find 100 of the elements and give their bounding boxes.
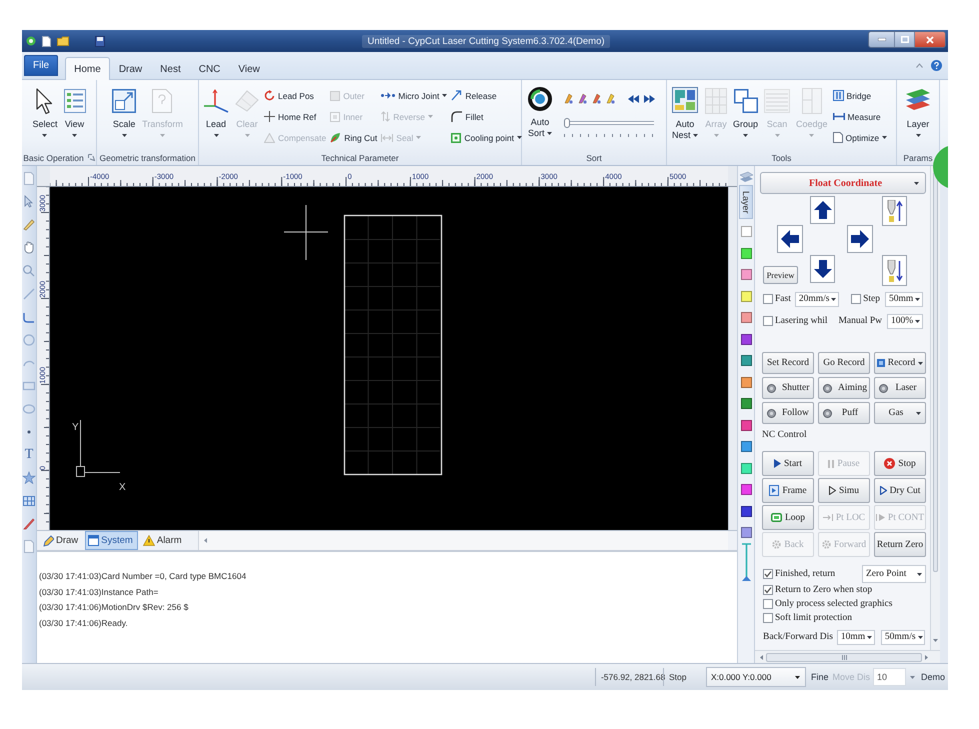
panel-tab[interactable]: Draw bbox=[40, 531, 84, 550]
panel-button[interactable]: Frame bbox=[762, 478, 814, 503]
ribbon-small-button[interactable]: Measure bbox=[832, 108, 888, 125]
ribbon-small-button[interactable]: Micro Joint bbox=[380, 87, 448, 104]
ribbon-tab[interactable]: Nest bbox=[151, 57, 190, 80]
ribbon-small-button[interactable]: Fillet bbox=[450, 108, 523, 125]
layer-color-swatch[interactable] bbox=[740, 462, 752, 474]
pin-marker-icon[interactable] bbox=[740, 543, 752, 583]
knife-icon[interactable] bbox=[22, 517, 36, 530]
circle-icon[interactable] bbox=[22, 333, 36, 346]
layer-color-swatch[interactable] bbox=[740, 355, 752, 366]
ribbon-small-button[interactable]: Home Ref bbox=[263, 108, 328, 125]
ribbon-tab[interactable]: Home bbox=[65, 57, 110, 80]
coordinate-dropdown[interactable]: X:0.000 Y:0.000 bbox=[706, 667, 806, 687]
ribbon-button[interactable]: Scale bbox=[110, 85, 138, 147]
sort-order-icon[interactable] bbox=[578, 93, 587, 104]
vertical-scrollbar[interactable] bbox=[728, 187, 737, 530]
checkbox[interactable] bbox=[851, 294, 862, 304]
panel-button[interactable]: Stop bbox=[874, 451, 926, 476]
ribbon-tab[interactable]: Draw bbox=[110, 57, 152, 80]
layer-color-swatch[interactable] bbox=[740, 290, 752, 302]
ribbon-button[interactable]: Auto Nest bbox=[669, 85, 701, 141]
scroll-left-icon[interactable] bbox=[760, 654, 763, 660]
panel-button[interactable]: Laser bbox=[874, 377, 926, 399]
magnifier-icon[interactable] bbox=[22, 264, 36, 277]
layer-color-swatch[interactable] bbox=[740, 527, 752, 538]
zero-point-dropdown[interactable]: Zero Point bbox=[862, 565, 926, 583]
layer-color-swatch[interactable] bbox=[740, 441, 752, 452]
layer-color-swatch[interactable] bbox=[740, 269, 752, 280]
panel-button[interactable]: Loop bbox=[762, 505, 814, 530]
document-icon[interactable] bbox=[22, 540, 36, 553]
ellipse-icon[interactable] bbox=[22, 402, 36, 415]
ribbon-button[interactable]: Auto Sort bbox=[524, 85, 556, 139]
layer-color-swatch[interactable] bbox=[740, 376, 752, 388]
scrollbar-thumb[interactable] bbox=[933, 172, 938, 572]
sort-order-icon[interactable] bbox=[606, 93, 615, 104]
checkbox[interactable] bbox=[763, 294, 773, 304]
layer-color-swatch[interactable] bbox=[740, 312, 752, 323]
new-document-icon[interactable] bbox=[42, 36, 51, 46]
scroll-right-icon[interactable] bbox=[925, 654, 928, 660]
ribbon-small-button[interactable]: Lead Pos bbox=[263, 87, 328, 104]
panel-button[interactable]: Go Record bbox=[818, 352, 870, 374]
ribbon-tab[interactable]: CNC bbox=[190, 57, 230, 80]
save-icon[interactable] bbox=[95, 36, 105, 46]
ribbon-button[interactable]: Layer bbox=[903, 85, 933, 147]
fast-forward-icon[interactable] bbox=[644, 94, 655, 102]
minimize-button[interactable] bbox=[869, 32, 894, 47]
curve-icon[interactable] bbox=[22, 310, 36, 323]
checkbox[interactable] bbox=[763, 316, 773, 326]
ribbon-button[interactable]: Lead bbox=[201, 85, 231, 147]
power-dropdown[interactable]: 100% bbox=[887, 314, 923, 328]
ribbon-small-button[interactable]: Optimize bbox=[832, 129, 888, 146]
ribbon-button[interactable]: Select bbox=[30, 85, 60, 147]
maximize-button[interactable] bbox=[894, 32, 914, 47]
ribbon-button[interactable]: View bbox=[62, 85, 88, 147]
slider-track[interactable] bbox=[564, 118, 654, 128]
panel-button[interactable]: Return Zero bbox=[874, 532, 926, 557]
checkbox[interactable] bbox=[763, 569, 773, 579]
panel-button[interactable]: Simu bbox=[818, 478, 870, 503]
layer-color-swatch[interactable] bbox=[740, 248, 752, 258]
page-icon[interactable] bbox=[22, 172, 36, 185]
layers-icon[interactable] bbox=[740, 170, 752, 182]
ribbon-small-button[interactable]: Release bbox=[450, 87, 523, 104]
panel-button[interactable]: Follow bbox=[762, 402, 814, 424]
layer-color-swatch[interactable] bbox=[740, 398, 752, 409]
sort-order-icon[interactable] bbox=[592, 93, 601, 104]
ribbon-button[interactable]: Group bbox=[731, 85, 760, 147]
ribbon-small-button[interactable]: Ring Cut bbox=[329, 129, 378, 146]
z-axis-button[interactable] bbox=[882, 255, 907, 286]
rewind-icon[interactable] bbox=[628, 94, 639, 102]
z-axis-button[interactable] bbox=[882, 196, 907, 226]
layer-tab[interactable]: Layer bbox=[739, 185, 753, 219]
pen-icon[interactable] bbox=[22, 218, 36, 231]
checkbox[interactable] bbox=[763, 613, 773, 623]
speed-dropdown[interactable]: 20mm/s bbox=[794, 292, 839, 306]
horizontal-scrollbar[interactable] bbox=[198, 531, 728, 550]
collapse-icon[interactable] bbox=[916, 63, 923, 68]
checkbox[interactable] bbox=[763, 585, 773, 595]
step-dropdown[interactable]: 50mm bbox=[885, 292, 923, 306]
speed-dropdown[interactable]: 50mm/s bbox=[880, 630, 925, 644]
vertical-scrollbar[interactable] bbox=[930, 166, 940, 650]
ribbon-small-button[interactable]: Cooling point bbox=[450, 129, 523, 146]
dialog-launcher-icon[interactable] bbox=[88, 154, 95, 161]
ribbon-small-button[interactable]: Bridge bbox=[832, 87, 888, 104]
panel-button[interactable]: Record bbox=[874, 352, 926, 374]
layer-color-swatch[interactable] bbox=[740, 334, 752, 344]
layer-color-swatch[interactable] bbox=[740, 484, 752, 495]
panel-tab[interactable]: System bbox=[85, 531, 138, 550]
panel-button[interactable]: Aiming bbox=[818, 377, 870, 399]
layer-color-swatch[interactable] bbox=[740, 420, 752, 430]
layer-color-swatch[interactable] bbox=[740, 226, 752, 237]
panel-button[interactable]: Puff bbox=[818, 402, 870, 424]
panel-button[interactable]: Start bbox=[762, 451, 814, 476]
slider-thumb[interactable] bbox=[564, 118, 570, 128]
jog-button[interactable] bbox=[810, 196, 835, 224]
layer-color-swatch[interactable] bbox=[740, 506, 752, 516]
panel-button[interactable]: Set Record bbox=[762, 352, 814, 374]
app-icon[interactable] bbox=[26, 36, 36, 46]
preview-button[interactable]: Preview bbox=[763, 266, 798, 284]
sort-order-icon[interactable] bbox=[564, 93, 573, 104]
